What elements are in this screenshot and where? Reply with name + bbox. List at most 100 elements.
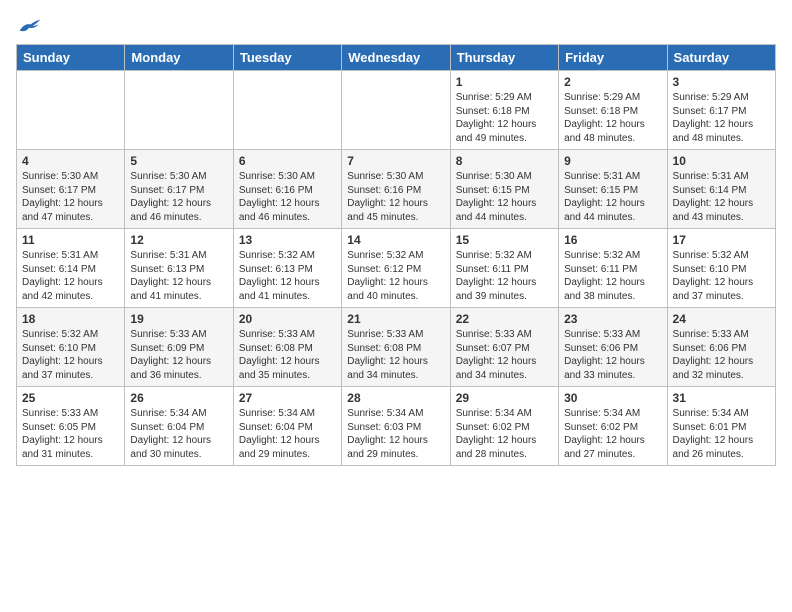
day-number: 28 [347,391,444,405]
day-number: 23 [564,312,661,326]
calendar-cell: 23 Sunrise: 5:33 AM Sunset: 6:06 PM Dayli… [559,308,667,387]
day-info: Sunrise: 5:29 AM Sunset: 6:18 PM Dayligh… [564,91,661,145]
calendar-day-header: Tuesday [233,45,341,71]
day-number: 6 [239,154,336,168]
calendar-day-header: Friday [559,45,667,71]
day-number: 30 [564,391,661,405]
calendar-cell: 17 Sunrise: 5:32 AM Sunset: 6:10 PM Dayli… [667,229,775,308]
day-info: Sunrise: 5:34 AM Sunset: 6:02 PM Dayligh… [456,407,553,461]
calendar-cell: 3 Sunrise: 5:29 AM Sunset: 6:17 PM Daylig… [667,71,775,150]
day-info: Sunrise: 5:34 AM Sunset: 6:01 PM Dayligh… [673,407,770,461]
day-info: Sunrise: 5:32 AM Sunset: 6:10 PM Dayligh… [22,328,119,382]
day-info: Sunrise: 5:32 AM Sunset: 6:12 PM Dayligh… [347,249,444,303]
day-number: 14 [347,233,444,247]
calendar-day-header: Wednesday [342,45,450,71]
day-info: Sunrise: 5:33 AM Sunset: 6:09 PM Dayligh… [130,328,227,382]
day-info: Sunrise: 5:31 AM Sunset: 6:15 PM Dayligh… [564,170,661,224]
calendar-cell: 7 Sunrise: 5:30 AM Sunset: 6:16 PM Daylig… [342,150,450,229]
day-number: 19 [130,312,227,326]
day-info: Sunrise: 5:29 AM Sunset: 6:17 PM Dayligh… [673,91,770,145]
calendar-week-row: 11 Sunrise: 5:31 AM Sunset: 6:14 PM Dayli… [17,229,776,308]
day-number: 3 [673,75,770,89]
day-info: Sunrise: 5:32 AM Sunset: 6:10 PM Dayligh… [673,249,770,303]
calendar-cell [233,71,341,150]
calendar-cell [125,71,233,150]
day-number: 17 [673,233,770,247]
calendar-cell: 4 Sunrise: 5:30 AM Sunset: 6:17 PM Daylig… [17,150,125,229]
day-number: 2 [564,75,661,89]
calendar-cell: 18Sunrise: 5:32 AM Sunset: 6:10 PM Dayli… [17,308,125,387]
calendar-cell: 8 Sunrise: 5:30 AM Sunset: 6:15 PM Daylig… [450,150,558,229]
calendar-cell: 10Sunrise: 5:31 AM Sunset: 6:14 PM Dayli… [667,150,775,229]
calendar-cell: 13Sunrise: 5:32 AM Sunset: 6:13 PM Dayli… [233,229,341,308]
day-info: Sunrise: 5:33 AM Sunset: 6:08 PM Dayligh… [239,328,336,382]
day-info: Sunrise: 5:32 AM Sunset: 6:13 PM Dayligh… [239,249,336,303]
logo [16,16,42,36]
day-info: Sunrise: 5:32 AM Sunset: 6:11 PM Dayligh… [564,249,661,303]
day-number: 24 [673,312,770,326]
calendar-day-header: Sunday [17,45,125,71]
calendar-cell: 24 Sunrise: 5:33 AM Sunset: 6:06 PM Dayli… [667,308,775,387]
calendar-cell [17,71,125,150]
day-number: 21 [347,312,444,326]
day-number: 27 [239,391,336,405]
day-number: 29 [456,391,553,405]
calendar-cell: 12Sunrise: 5:31 AM Sunset: 6:13 PM Dayli… [125,229,233,308]
day-info: Sunrise: 5:29 AM Sunset: 6:18 PM Dayligh… [456,91,553,145]
calendar-cell: 5Sunrise: 5:30 AM Sunset: 6:17 PM Daylig… [125,150,233,229]
calendar-cell: 22 Sunrise: 5:33 AM Sunset: 6:07 PM Dayli… [450,308,558,387]
day-info: Sunrise: 5:34 AM Sunset: 6:02 PM Dayligh… [564,407,661,461]
calendar-cell: 26Sunrise: 5:34 AM Sunset: 6:04 PM Dayli… [125,387,233,466]
day-info: Sunrise: 5:34 AM Sunset: 6:03 PM Dayligh… [347,407,444,461]
day-number: 31 [673,391,770,405]
day-info: Sunrise: 5:33 AM Sunset: 6:05 PM Dayligh… [22,407,119,461]
day-number: 5 [130,154,227,168]
day-number: 15 [456,233,553,247]
day-number: 16 [564,233,661,247]
calendar-week-row: 18Sunrise: 5:32 AM Sunset: 6:10 PM Dayli… [17,308,776,387]
day-number: 12 [130,233,227,247]
day-info: Sunrise: 5:33 AM Sunset: 6:07 PM Dayligh… [456,328,553,382]
day-number: 7 [347,154,444,168]
day-info: Sunrise: 5:33 AM Sunset: 6:06 PM Dayligh… [564,328,661,382]
page-header [16,16,776,36]
calendar-week-row: 25Sunrise: 5:33 AM Sunset: 6:05 PM Dayli… [17,387,776,466]
day-number: 20 [239,312,336,326]
day-info: Sunrise: 5:31 AM Sunset: 6:14 PM Dayligh… [22,249,119,303]
calendar-day-header: Monday [125,45,233,71]
calendar-cell: 28 Sunrise: 5:34 AM Sunset: 6:03 PM Dayli… [342,387,450,466]
day-number: 26 [130,391,227,405]
calendar-cell: 16 Sunrise: 5:32 AM Sunset: 6:11 PM Dayli… [559,229,667,308]
calendar-table: SundayMondayTuesdayWednesdayThursdayFrid… [16,44,776,466]
calendar-cell: 20 Sunrise: 5:33 AM Sunset: 6:08 PM Dayli… [233,308,341,387]
day-number: 10 [673,154,770,168]
calendar-cell: 27 Sunrise: 5:34 AM Sunset: 6:04 PM Dayli… [233,387,341,466]
day-number: 8 [456,154,553,168]
day-info: Sunrise: 5:30 AM Sunset: 6:15 PM Dayligh… [456,170,553,224]
calendar-cell: 15 Sunrise: 5:32 AM Sunset: 6:11 PM Dayli… [450,229,558,308]
day-number: 22 [456,312,553,326]
calendar-cell: 2 Sunrise: 5:29 AM Sunset: 6:18 PM Daylig… [559,71,667,150]
day-info: Sunrise: 5:32 AM Sunset: 6:11 PM Dayligh… [456,249,553,303]
calendar-cell: 31 Sunrise: 5:34 AM Sunset: 6:01 PM Dayli… [667,387,775,466]
calendar-cell: 29 Sunrise: 5:34 AM Sunset: 6:02 PM Dayli… [450,387,558,466]
calendar-cell: 1 Sunrise: 5:29 AM Sunset: 6:18 PM Daylig… [450,71,558,150]
calendar-cell: 30 Sunrise: 5:34 AM Sunset: 6:02 PM Dayli… [559,387,667,466]
day-info: Sunrise: 5:30 AM Sunset: 6:16 PM Dayligh… [239,170,336,224]
day-number: 11 [22,233,119,247]
calendar-week-row: 4 Sunrise: 5:30 AM Sunset: 6:17 PM Daylig… [17,150,776,229]
day-info: Sunrise: 5:34 AM Sunset: 6:04 PM Dayligh… [239,407,336,461]
day-info: Sunrise: 5:33 AM Sunset: 6:06 PM Dayligh… [673,328,770,382]
calendar-cell: 25Sunrise: 5:33 AM Sunset: 6:05 PM Dayli… [17,387,125,466]
day-info: Sunrise: 5:30 AM Sunset: 6:17 PM Dayligh… [22,170,119,224]
calendar-cell: 21 Sunrise: 5:33 AM Sunset: 6:08 PM Dayli… [342,308,450,387]
day-number: 9 [564,154,661,168]
day-info: Sunrise: 5:33 AM Sunset: 6:08 PM Dayligh… [347,328,444,382]
day-info: Sunrise: 5:30 AM Sunset: 6:16 PM Dayligh… [347,170,444,224]
calendar-cell: 14 Sunrise: 5:32 AM Sunset: 6:12 PM Dayli… [342,229,450,308]
day-number: 1 [456,75,553,89]
logo-bird-icon [18,16,42,36]
calendar-cell: 6 Sunrise: 5:30 AM Sunset: 6:16 PM Daylig… [233,150,341,229]
calendar-cell [342,71,450,150]
day-number: 4 [22,154,119,168]
